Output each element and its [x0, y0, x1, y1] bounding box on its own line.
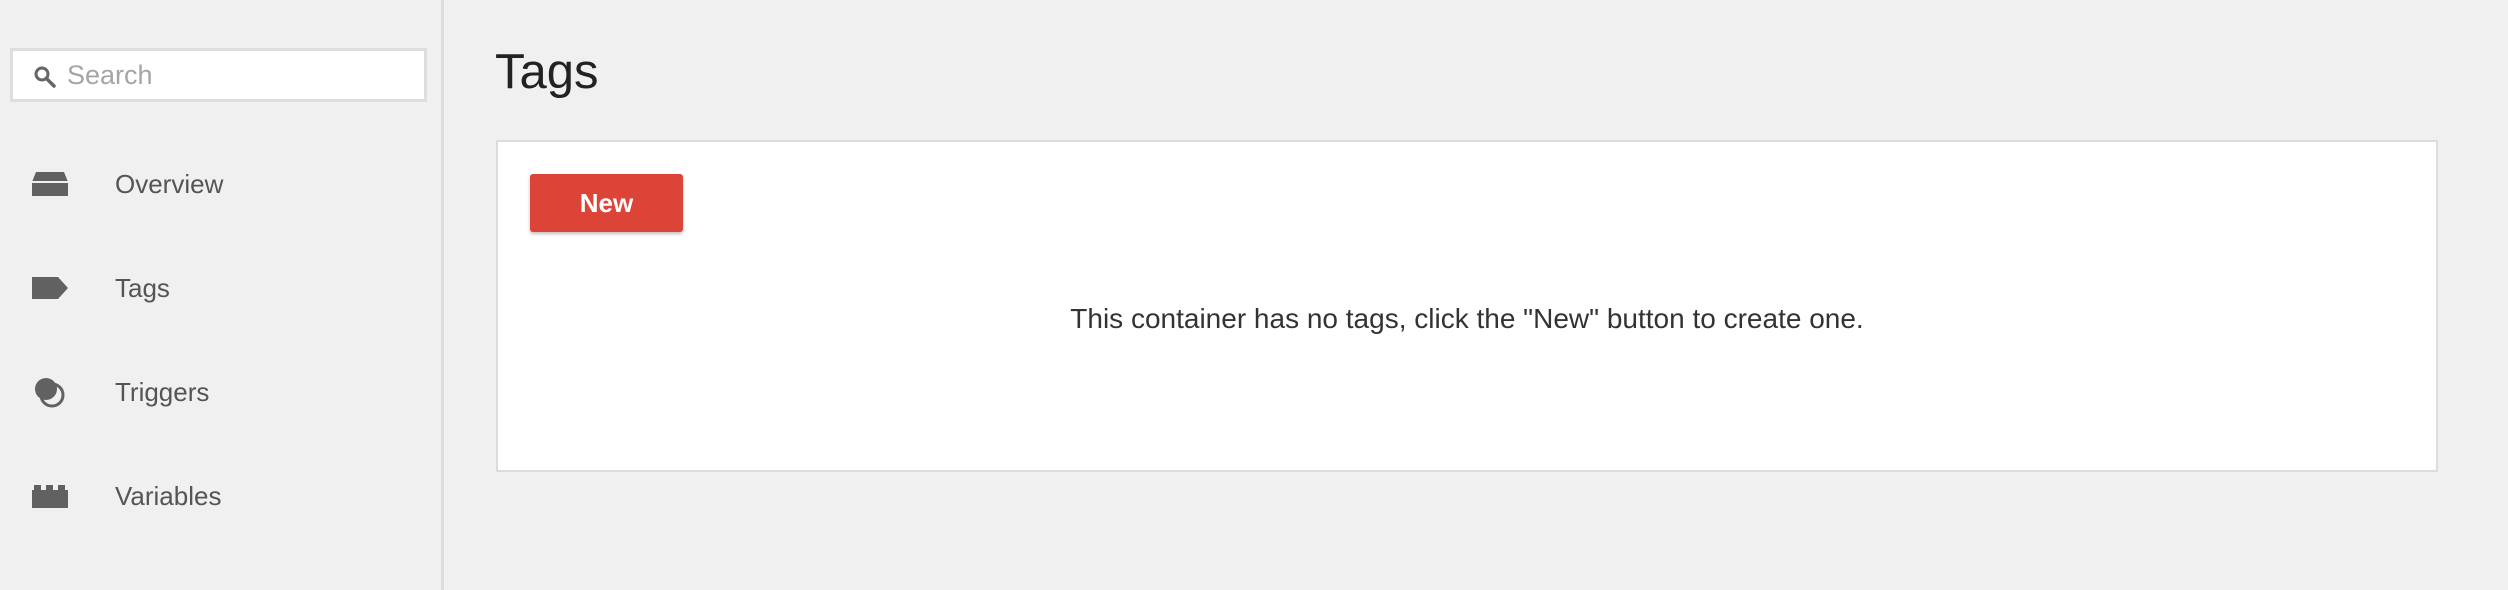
sidebar-item-tags[interactable]: Tags: [0, 252, 441, 324]
sidebar-item-label: Variables: [115, 481, 222, 511]
inbox-icon: [32, 172, 68, 196]
variables-icon: [32, 485, 68, 508]
sidebar: Overview Tags Triggers Variables: [0, 0, 444, 590]
empty-state-message: This container has no tags, click the "N…: [1070, 303, 1864, 334]
sidebar-item-variables[interactable]: Variables: [0, 460, 441, 532]
sidebar-item-overview[interactable]: Overview: [0, 148, 441, 220]
sidebar-item-label: Tags: [115, 273, 170, 303]
search-box[interactable]: [10, 48, 427, 102]
app-root: Overview Tags Triggers Variables: [0, 0, 2508, 590]
main-content: Tags New This container has no tags, cli…: [444, 0, 2508, 590]
tag-icon: [32, 277, 68, 299]
sidebar-item-label: Overview: [115, 169, 224, 199]
tags-card: New This container has no tags, click th…: [496, 140, 2438, 472]
search-icon: [34, 66, 56, 88]
sidebar-item-label: Triggers: [115, 377, 210, 407]
new-button[interactable]: New: [530, 174, 683, 232]
sidebar-item-triggers[interactable]: Triggers: [0, 356, 441, 428]
triggers-icon: [35, 378, 65, 408]
search-input[interactable]: [67, 57, 407, 93]
page-title: Tags: [495, 45, 599, 99]
